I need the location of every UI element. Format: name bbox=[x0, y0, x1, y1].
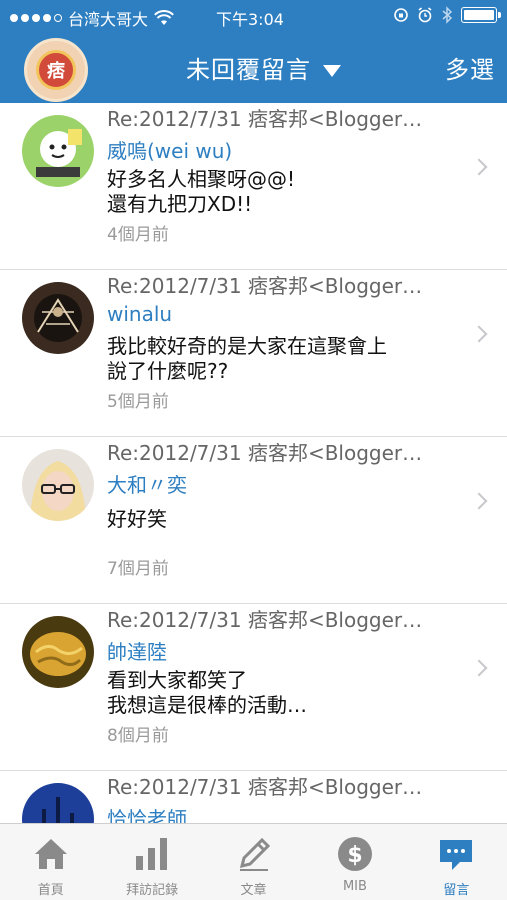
status-bar: 台湾大哥大 下午3:04 bbox=[0, 0, 507, 34]
message-author[interactable]: winalu bbox=[107, 302, 172, 326]
alarm-icon bbox=[418, 7, 432, 23]
chevron-right-icon bbox=[470, 659, 488, 677]
bar-chart-icon bbox=[136, 838, 168, 870]
caret-down-icon bbox=[323, 64, 341, 77]
message-item[interactable]: Re:2012/7/31 痞客邦<Blogger… 帥達陸 看到大家都笑了 我想… bbox=[0, 604, 507, 771]
tab-label: 文章 bbox=[240, 883, 267, 898]
commenter-avatar bbox=[22, 115, 94, 187]
multi-select-button[interactable]: 多選 bbox=[445, 50, 495, 85]
message-time: 5個月前 bbox=[107, 392, 169, 412]
message-author[interactable]: 帥達陸 bbox=[107, 636, 167, 665]
svg-text:$: $ bbox=[347, 843, 362, 868]
message-list[interactable]: Re:2012/7/31 痞客邦<Blogger… 威嗚(wei wu) 好多名… bbox=[0, 103, 507, 823]
tab-label: 拜訪記錄 bbox=[126, 883, 179, 898]
commenter-avatar bbox=[22, 616, 94, 688]
status-left: 台湾大哥大 bbox=[10, 6, 174, 30]
message-subject: Re:2012/7/31 痞客邦<Blogger… bbox=[107, 608, 423, 632]
message-body: 我比較好奇的是大家在這聚會上 說了什麼呢?? bbox=[107, 334, 387, 383]
message-item[interactable]: Re:2012/7/31 痞客邦<Blogger… 大和〃奕 好好笑 7個月前 bbox=[0, 437, 507, 604]
tab-label: 首頁 bbox=[37, 883, 64, 898]
commenter-avatar bbox=[22, 282, 94, 354]
wifi-icon bbox=[154, 10, 174, 25]
tab-label: MIB bbox=[342, 879, 367, 894]
dollar-icon: $ bbox=[337, 837, 372, 871]
tab-home[interactable]: 首頁 bbox=[0, 824, 101, 900]
chevron-right-icon bbox=[470, 492, 488, 510]
commenter-avatar bbox=[22, 449, 94, 521]
chat-bubble-icon bbox=[440, 840, 473, 870]
nav-title: 未回覆留言 bbox=[186, 56, 311, 84]
message-time: 8個月前 bbox=[107, 726, 169, 746]
chevron-right-icon bbox=[470, 325, 488, 343]
tab-mib[interactable]: $ MIB bbox=[304, 824, 405, 900]
rotation-lock-icon bbox=[394, 8, 408, 22]
battery-icon bbox=[461, 7, 501, 23]
message-item[interactable]: Re:2012/7/31 痞客邦<Blogger… 恰恰老師 bbox=[0, 771, 507, 823]
avatar-text: 痞 bbox=[36, 50, 76, 90]
pencil-icon bbox=[239, 837, 270, 871]
message-author[interactable]: 恰恰老師 bbox=[107, 803, 187, 823]
home-icon bbox=[34, 839, 67, 869]
message-subject: Re:2012/7/31 痞客邦<Blogger… bbox=[107, 441, 423, 465]
message-body: 看到大家都笑了 我想這是很棒的活動… bbox=[107, 668, 307, 717]
bluetooth-icon bbox=[442, 6, 453, 24]
tab-bar: 首頁 拜訪記錄 文章 $ MIB 留言 bbox=[0, 823, 507, 900]
tab-messages[interactable]: 留言 bbox=[406, 824, 507, 900]
message-subject: Re:2012/7/31 痞客邦<Blogger… bbox=[107, 775, 423, 799]
message-author[interactable]: 威嗚(wei wu) bbox=[107, 135, 232, 164]
tab-label: 留言 bbox=[443, 883, 470, 898]
message-body: 好好笑 bbox=[107, 507, 167, 531]
message-time: 7個月前 bbox=[107, 559, 169, 579]
nav-bar: 痞 未回覆留言 多選 bbox=[0, 34, 507, 103]
app-header: 台湾大哥大 下午3:04 痞 未回覆留言 多選 bbox=[0, 0, 507, 103]
message-item[interactable]: Re:2012/7/31 痞客邦<Blogger… 威嗚(wei wu) 好多名… bbox=[0, 103, 507, 270]
message-time: 4個月前 bbox=[107, 225, 169, 245]
message-subject: Re:2012/7/31 痞客邦<Blogger… bbox=[107, 107, 423, 131]
message-author[interactable]: 大和〃奕 bbox=[107, 469, 187, 498]
user-avatar[interactable]: 痞 bbox=[24, 38, 88, 102]
commenter-avatar bbox=[22, 783, 94, 823]
message-body: 好多名人相聚呀@@! 還有九把刀XD!! bbox=[107, 167, 296, 216]
message-item[interactable]: Re:2012/7/31 痞客邦<Blogger… winalu 我比較好奇的是… bbox=[0, 270, 507, 437]
message-subject: Re:2012/7/31 痞客邦<Blogger… bbox=[107, 274, 423, 298]
filter-dropdown[interactable]: 未回覆留言 bbox=[186, 50, 341, 85]
signal-icon bbox=[10, 14, 62, 22]
tab-visit-log[interactable]: 拜訪記錄 bbox=[101, 824, 202, 900]
tab-articles[interactable]: 文章 bbox=[203, 824, 304, 900]
chevron-right-icon bbox=[470, 158, 488, 176]
carrier-label: 台湾大哥大 bbox=[68, 10, 149, 29]
status-time: 下午3:04 bbox=[216, 10, 284, 29]
status-right bbox=[393, 6, 501, 24]
